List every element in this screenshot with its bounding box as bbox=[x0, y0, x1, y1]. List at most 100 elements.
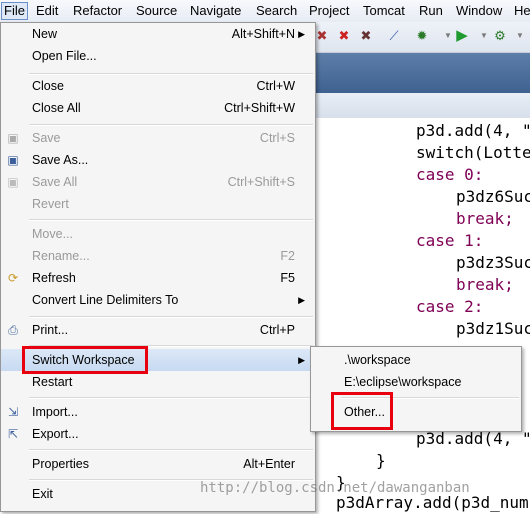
menu-item-label: Close bbox=[32, 79, 64, 93]
menu-item-convert-line-delimiters[interactable]: Convert Line Delimiters To ▶ bbox=[1, 289, 315, 311]
menu-item-label: Print... bbox=[32, 323, 69, 337]
menu-item-accelerator: Ctrl+W bbox=[256, 79, 295, 93]
menu-item-label: Import... bbox=[32, 405, 78, 419]
code-line: p3dz6Suc bbox=[456, 187, 530, 206]
menu-item-label: Export... bbox=[32, 427, 79, 441]
menu-item-label: Properties bbox=[32, 457, 89, 471]
code-line: p3dz1Suc bbox=[456, 319, 530, 338]
code-line: p3dz3Suc bbox=[456, 253, 530, 272]
menu-item-accelerator: F5 bbox=[280, 271, 295, 285]
code-line: break; bbox=[456, 275, 514, 294]
chevron-down-icon[interactable]: ▼ bbox=[512, 28, 528, 44]
export-icon: ⇱ bbox=[7, 427, 19, 441]
highlight-box-other bbox=[331, 392, 393, 430]
debug-icon[interactable]: ✹ bbox=[414, 28, 430, 44]
menu-edit[interactable]: Edit bbox=[36, 3, 58, 19]
menu-help[interactable]: He bbox=[514, 3, 530, 19]
menu-item-accelerator: Ctrl+P bbox=[259, 323, 295, 337]
menu-item-accelerator: Alt+Shift+N bbox=[231, 27, 295, 41]
submenu-arrow-icon: ▶ bbox=[298, 295, 305, 305]
watermark: http://blog.csdn.net/dawanganban bbox=[200, 480, 470, 496]
menu-separator bbox=[29, 219, 313, 221]
menu-item-label: Exit bbox=[32, 487, 53, 501]
submenu-arrow-icon: ▶ bbox=[298, 29, 305, 39]
menu-item-print[interactable]: ⎙ Print... Ctrl+P bbox=[1, 319, 315, 341]
menu-item-restart[interactable]: Restart bbox=[1, 371, 315, 393]
menu-item-label: Save All bbox=[32, 175, 78, 189]
menu-item-accelerator: Ctrl+S bbox=[259, 131, 295, 145]
submenu-item-label: E:\eclipse\workspace bbox=[344, 375, 462, 389]
menu-item-label: Restart bbox=[32, 375, 73, 389]
code-line: switch(Lotte bbox=[416, 143, 530, 162]
printer-icon: ⎙ bbox=[8, 323, 18, 337]
menu-item-label: Refresh bbox=[32, 271, 76, 285]
menu-item-close[interactable]: Close Ctrl+W bbox=[1, 75, 315, 97]
code-line: case 1: bbox=[416, 231, 484, 250]
menu-item-rename[interactable]: Rename... F2 bbox=[1, 245, 315, 267]
menu-navigate[interactable]: Navigate bbox=[190, 3, 241, 19]
menu-window[interactable]: Window bbox=[456, 3, 502, 19]
menu-separator bbox=[29, 124, 313, 126]
menu-item-properties[interactable]: Properties Alt+Enter bbox=[1, 453, 315, 475]
menu-item-export[interactable]: ⇱ Export... bbox=[1, 423, 315, 445]
menu-item-save[interactable]: ▣ Save Ctrl+S bbox=[1, 127, 315, 149]
menu-item-save-as[interactable]: ▣ Save As... bbox=[1, 149, 315, 171]
menu-item-refresh[interactable]: ⟳ Refresh F5 bbox=[1, 267, 315, 289]
pin-icon[interactable]: ⟋ bbox=[386, 28, 402, 44]
menu-project[interactable]: Project bbox=[309, 3, 349, 19]
menu-separator bbox=[29, 316, 313, 318]
menu-search[interactable]: Search bbox=[256, 3, 297, 19]
menu-item-open-file[interactable]: Open File... bbox=[1, 45, 315, 67]
editor-tab-strip bbox=[310, 93, 530, 119]
code-line: case 2: bbox=[416, 297, 484, 316]
menu-file[interactable]: File bbox=[1, 2, 28, 20]
submenu-arrow-icon: ▶ bbox=[298, 355, 305, 365]
code-line: case 0: bbox=[416, 165, 484, 184]
save-all-icon: ▣ bbox=[7, 175, 19, 189]
menu-source[interactable]: Source bbox=[136, 3, 177, 19]
menu-item-accelerator: Ctrl+Shift+W bbox=[224, 101, 295, 115]
menu-separator bbox=[29, 449, 313, 451]
menu-item-accelerator: F2 bbox=[280, 249, 295, 263]
menu-item-save-all[interactable]: ▣ Save All Ctrl+Shift+S bbox=[1, 171, 315, 193]
menu-item-label: Rename... bbox=[32, 249, 90, 263]
menu-bar: File Edit Refactor Source Navigate Searc… bbox=[0, 0, 530, 23]
menu-item-label: Convert Line Delimiters To bbox=[32, 293, 179, 307]
submenu-item-label: .\workspace bbox=[344, 353, 411, 367]
toolbar-icon-2[interactable]: ✖ bbox=[336, 28, 352, 44]
menu-item-label: Close All bbox=[32, 101, 81, 115]
menu-item-accelerator: Alt+Enter bbox=[243, 457, 295, 471]
toolbar-icon-3[interactable]: ✖ bbox=[358, 28, 374, 44]
menu-refactor[interactable]: Refactor bbox=[73, 3, 122, 19]
menu-item-import[interactable]: ⇲ Import... bbox=[1, 401, 315, 423]
menu-item-label: Revert bbox=[32, 197, 69, 211]
save-as-icon: ▣ bbox=[7, 153, 19, 167]
menu-item-move[interactable]: Move... bbox=[1, 223, 315, 245]
menu-item-accelerator: Ctrl+Shift+S bbox=[227, 175, 295, 189]
menu-separator bbox=[29, 397, 313, 399]
highlight-box-switch-workspace bbox=[22, 346, 148, 374]
chevron-down-icon[interactable]: ▼ bbox=[476, 28, 492, 44]
workbench-header bbox=[310, 53, 530, 93]
code-line: } bbox=[376, 451, 386, 470]
import-icon: ⇲ bbox=[7, 405, 19, 419]
refresh-icon: ⟳ bbox=[7, 271, 19, 285]
menu-item-label: Save As... bbox=[32, 153, 89, 167]
save-icon: ▣ bbox=[7, 131, 19, 145]
menu-tomcat[interactable]: Tomcat bbox=[363, 3, 405, 19]
toolbar-icon-1[interactable]: ✖ bbox=[314, 28, 330, 44]
menu-item-new[interactable]: New Alt+Shift+N ▶ bbox=[1, 23, 315, 45]
menu-run[interactable]: Run bbox=[419, 3, 443, 19]
submenu-item-workspace-2[interactable]: E:\eclipse\workspace bbox=[311, 371, 521, 393]
submenu-item-workspace-1[interactable]: .\workspace bbox=[311, 349, 521, 371]
run-icon[interactable]: ▶ bbox=[454, 28, 470, 44]
menu-item-label: Open File... bbox=[32, 49, 97, 63]
external-tools-icon[interactable]: ⚙ bbox=[492, 28, 508, 44]
file-menu: New Alt+Shift+N ▶ Open File... Close Ctr… bbox=[0, 22, 316, 512]
menu-item-revert[interactable]: Revert bbox=[1, 193, 315, 215]
code-line: break; bbox=[456, 209, 514, 228]
menu-item-label: New bbox=[32, 27, 58, 41]
menu-item-label: Save bbox=[32, 131, 61, 145]
menu-item-close-all[interactable]: Close All Ctrl+Shift+W bbox=[1, 97, 315, 119]
code-line: p3d.add(4, " bbox=[416, 121, 530, 140]
